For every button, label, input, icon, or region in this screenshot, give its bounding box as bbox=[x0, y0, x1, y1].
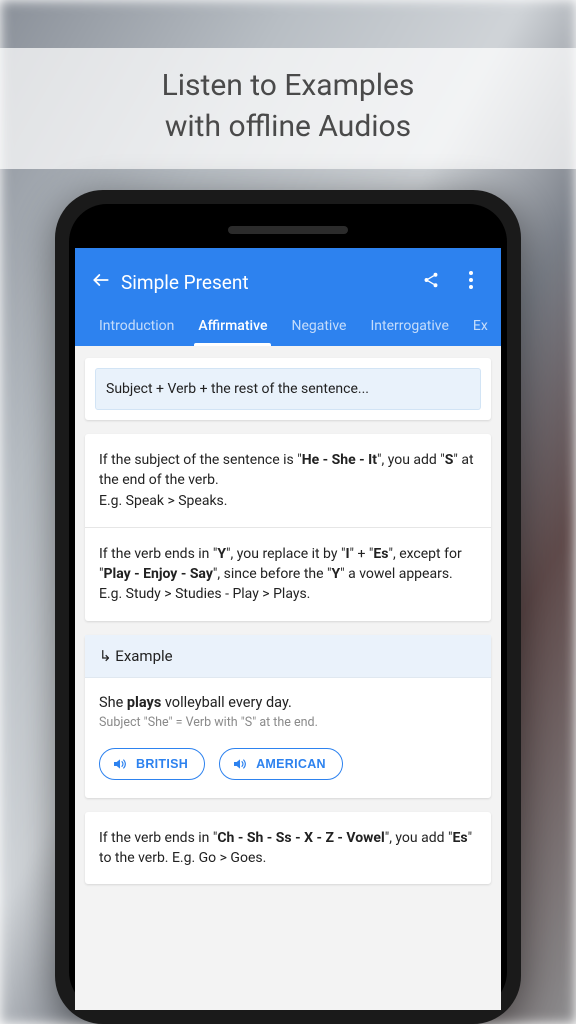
rules-card-2: If the verb ends in "Ch - Sh - Ss - X - … bbox=[85, 812, 491, 885]
more-vert-icon bbox=[469, 271, 473, 289]
rule-3: If the verb ends in "Ch - Sh - Ss - X - … bbox=[99, 828, 477, 869]
phone-inner: Simple Present Introduction Affirmative … bbox=[69, 204, 507, 1010]
example-body: She plays volleyball every day. Subject … bbox=[85, 678, 491, 798]
promo-banner: Listen to Examples with offline Audios bbox=[0, 48, 576, 169]
tab-negative[interactable]: Negative bbox=[279, 308, 358, 346]
rule-2: If the verb ends in "Y", you replace it … bbox=[99, 544, 477, 605]
example-header: ↳ Example bbox=[85, 635, 491, 678]
audio-row: BRITISH AMERICAN bbox=[99, 748, 477, 780]
promo-line-1: Listen to Examples bbox=[0, 66, 576, 107]
app-screen: Simple Present Introduction Affirmative … bbox=[75, 248, 501, 1010]
promo-line-2: with offline Audios bbox=[0, 107, 576, 148]
share-icon bbox=[422, 271, 440, 289]
app-bar: Simple Present Introduction Affirmative … bbox=[75, 248, 501, 346]
example-explanation: Subject "She" = Verb with "S" at the end… bbox=[99, 715, 477, 730]
phone-speaker bbox=[228, 226, 348, 234]
rules-card-1: If the subject of the sentence is "He - … bbox=[85, 434, 491, 621]
formula-card: Subject + Verb + the rest of the sentenc… bbox=[85, 358, 491, 420]
divider bbox=[85, 527, 491, 528]
tab-examples[interactable]: Ex bbox=[461, 308, 500, 346]
tab-interrogative[interactable]: Interrogative bbox=[358, 308, 460, 346]
page-title: Simple Present bbox=[121, 271, 411, 294]
speaker-icon bbox=[112, 756, 128, 772]
rule-1: If the subject of the sentence is "He - … bbox=[99, 450, 477, 511]
audio-british-button[interactable]: BRITISH bbox=[99, 748, 205, 780]
speaker-icon bbox=[232, 756, 248, 772]
arrow-left-icon bbox=[91, 270, 111, 290]
back-button[interactable] bbox=[81, 270, 121, 295]
arrow-corner-icon: ↳ bbox=[99, 647, 115, 665]
example-card: ↳ Example She plays volleyball every day… bbox=[85, 635, 491, 798]
tab-introduction[interactable]: Introduction bbox=[87, 308, 186, 346]
phone-frame: Simple Present Introduction Affirmative … bbox=[55, 190, 521, 1024]
example-sentence: She plays volleyball every day. bbox=[99, 694, 477, 711]
content-scroll[interactable]: Subject + Verb + the rest of the sentenc… bbox=[75, 346, 501, 1010]
audio-american-button[interactable]: AMERICAN bbox=[219, 748, 343, 780]
tab-bar: Introduction Affirmative Negative Interr… bbox=[81, 308, 491, 346]
overflow-menu-button[interactable] bbox=[451, 271, 491, 294]
tab-affirmative[interactable]: Affirmative bbox=[186, 308, 279, 346]
share-button[interactable] bbox=[411, 271, 451, 294]
app-bar-row: Simple Present bbox=[81, 262, 491, 302]
formula-text: Subject + Verb + the rest of the sentenc… bbox=[95, 368, 481, 410]
